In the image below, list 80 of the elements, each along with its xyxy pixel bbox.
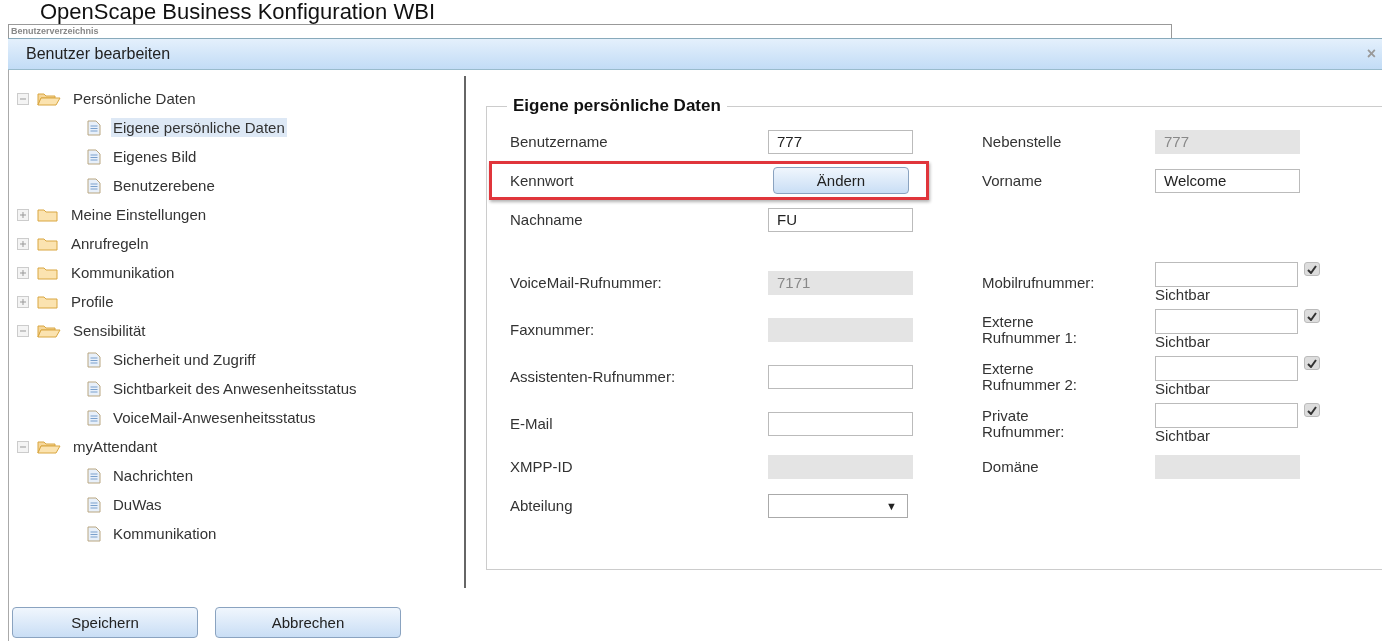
dialog-title: Benutzer bearbeiten	[26, 45, 171, 63]
document-icon	[87, 409, 101, 426]
tree-folder[interactable]: Meine Einstellungen	[69, 205, 209, 224]
field-label: E-Mail	[510, 415, 554, 432]
field-label: Externe Rufnummer 2:	[982, 360, 1079, 393]
field-label: VoiceMail-Rufnummer:	[510, 274, 663, 291]
change-button[interactable]: Ändern	[773, 167, 909, 194]
expand-icon[interactable]	[17, 208, 29, 221]
document-icon	[87, 119, 101, 136]
tree-item[interactable]: Kommunikation	[111, 524, 219, 543]
tree-folder[interactable]: myAttendant	[71, 437, 160, 456]
input-field[interactable]	[768, 364, 913, 389]
document-icon	[87, 148, 101, 165]
document-icon	[87, 351, 101, 368]
open-folder-icon	[37, 91, 61, 106]
field-label: Externe Rufnummer 1:	[982, 313, 1079, 346]
dialog-button[interactable]: Abbrechen	[215, 607, 401, 638]
directory-title: Benutzerverzeichnis	[11, 26, 99, 36]
tree-folder[interactable]: Persönliche Daten	[71, 89, 198, 108]
tree-folder[interactable]: Anrufregeln	[69, 234, 151, 253]
input-field[interactable]	[768, 411, 913, 436]
input-field[interactable]: FU	[768, 207, 913, 232]
tree-folder[interactable]: Sensibilität	[71, 321, 148, 340]
field-label: Nebenstelle	[982, 133, 1063, 150]
field-label: Faxnummer:	[510, 321, 596, 338]
folder-icon	[37, 294, 59, 309]
checkbox[interactable]	[1304, 309, 1320, 323]
field-label: Kennwort	[510, 172, 575, 189]
collapse-icon[interactable]	[17, 324, 29, 337]
folder-icon	[37, 265, 59, 280]
checkbox[interactable]	[1304, 262, 1320, 276]
checkbox[interactable]	[1304, 356, 1320, 370]
tree-item[interactable]: VoiceMail-Anwesenheitsstatus	[111, 408, 318, 427]
field-label: Vorname	[982, 172, 1044, 189]
open-folder-icon	[37, 439, 61, 454]
collapse-icon[interactable]	[17, 92, 29, 105]
field-label: Domäne	[982, 458, 1040, 475]
document-icon	[87, 496, 101, 513]
field-label: Benutzername	[510, 133, 609, 150]
document-icon	[87, 380, 101, 397]
tree-item[interactable]: Sichtbarkeit des Anwesenheitsstatus	[111, 379, 359, 398]
folder-icon	[37, 207, 59, 222]
tree-item[interactable]: Eigenes Bild	[111, 147, 199, 166]
field-label: Assistenten-Rufnummer:	[510, 368, 677, 385]
document-icon	[87, 177, 101, 194]
tree-item[interactable]: Nachrichten	[111, 466, 196, 485]
input-field[interactable]: 777	[768, 129, 913, 154]
visibility-caption: Sichtbar	[1155, 428, 1212, 444]
collapse-icon[interactable]	[17, 440, 29, 453]
open-folder-icon	[37, 323, 61, 338]
input-field[interactable]	[1155, 309, 1298, 334]
input-field[interactable]: Welcome	[1155, 168, 1300, 193]
checkbox[interactable]	[1304, 403, 1320, 417]
expand-icon[interactable]	[17, 295, 29, 308]
tree-item[interactable]: Benutzerebene	[111, 176, 217, 195]
field-label: Nachname	[510, 211, 584, 228]
field-label: XMPP-ID	[510, 458, 574, 475]
visibility-caption: Sichtbar	[1155, 334, 1212, 350]
tree-item[interactable]: Eigene persönliche Daten	[111, 118, 287, 137]
dropdown-field[interactable]: ▼	[768, 493, 908, 518]
folder-icon	[37, 236, 59, 251]
visibility-caption: Sichtbar	[1155, 381, 1212, 397]
expand-icon[interactable]	[17, 237, 29, 250]
dialog-button[interactable]: Speichern	[12, 607, 198, 638]
tree-item[interactable]: DuWas	[111, 495, 164, 514]
input-field[interactable]	[1155, 403, 1298, 428]
tree-folder[interactable]: Kommunikation	[69, 263, 177, 282]
document-icon	[87, 525, 101, 542]
visibility-caption: Sichtbar	[1155, 287, 1212, 303]
document-icon	[87, 467, 101, 484]
page-title: OpenScape Business Konfiguration WBI	[39, 0, 436, 24]
tree-item[interactable]: Sicherheit und Zugriff	[111, 350, 258, 369]
input-field[interactable]	[1155, 356, 1298, 381]
field-label: Private Rufnummer:	[982, 407, 1066, 440]
input-field[interactable]	[1155, 262, 1298, 287]
field-label: Abteilung	[510, 497, 574, 514]
expand-icon[interactable]	[17, 266, 29, 279]
field-label: Mobilrufnummer:	[982, 274, 1096, 291]
tree-folder[interactable]: Profile	[69, 292, 116, 311]
form-legend: Eigene persönliche Daten	[507, 96, 727, 116]
